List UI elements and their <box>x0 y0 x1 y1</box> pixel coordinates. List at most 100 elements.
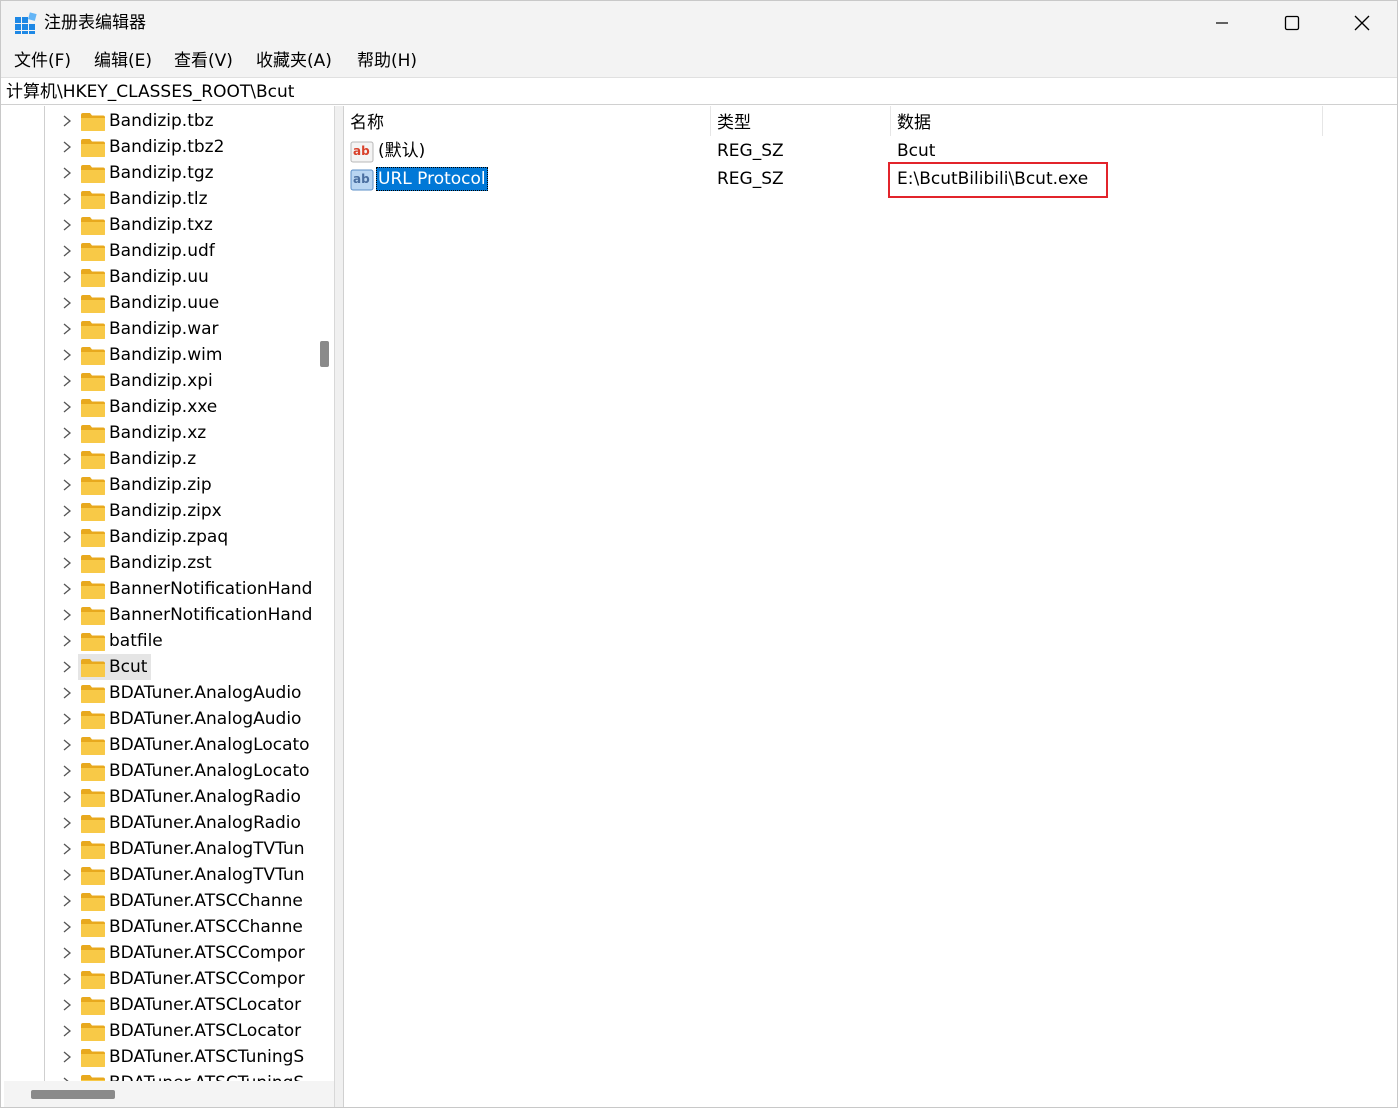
chevron-right-icon[interactable] <box>62 739 72 751</box>
tree-item[interactable]: BannerNotificationHand <box>4 602 314 628</box>
tree-vertical-scrollbar[interactable] <box>314 106 334 1081</box>
tree-item[interactable]: BDATuner.ATSCCompor <box>4 966 314 992</box>
tree-item[interactable]: BDATuner.AnalogRadio <box>4 810 314 836</box>
tree-item[interactable]: Bandizip.tbz2 <box>4 134 314 160</box>
tree-item[interactable]: BDATuner.AnalogLocato <box>4 732 314 758</box>
tree-item-selected[interactable]: Bcut <box>4 654 314 680</box>
tree-item[interactable]: Bandizip.xpi <box>4 368 314 394</box>
chevron-right-icon[interactable] <box>62 505 72 517</box>
tree-item[interactable]: Bandizip.tbz <box>4 108 314 134</box>
chevron-right-icon[interactable] <box>62 1051 72 1063</box>
value-row[interactable]: ab (默认) REG_SZ Bcut <box>344 138 1398 166</box>
tree-item[interactable]: BDATuner.ATSCCompor <box>4 940 314 966</box>
tree-item[interactable]: Bandizip.uue <box>4 290 314 316</box>
tree-item[interactable]: BDATuner.AnalogAudio <box>4 680 314 706</box>
chevron-right-icon[interactable] <box>62 167 72 179</box>
chevron-right-icon[interactable] <box>62 193 72 205</box>
chevron-right-icon[interactable] <box>62 453 72 465</box>
chevron-right-icon[interactable] <box>62 583 72 595</box>
chevron-right-icon[interactable] <box>62 921 72 933</box>
tree-horizontal-scroll-thumb[interactable] <box>31 1090 115 1099</box>
chevron-right-icon[interactable] <box>62 323 72 335</box>
tree-item[interactable]: Bandizip.xxe <box>4 394 314 420</box>
close-button[interactable] <box>1327 1 1397 45</box>
chevron-right-icon[interactable] <box>62 375 72 387</box>
chevron-right-icon[interactable] <box>62 271 72 283</box>
chevron-right-icon[interactable] <box>62 115 72 127</box>
tree-item[interactable]: Bandizip.txz <box>4 212 314 238</box>
chevron-right-icon[interactable] <box>62 141 72 153</box>
address-path[interactable]: 计算机\HKEY_CLASSES_ROOT\Bcut <box>6 80 294 104</box>
value-name[interactable]: URL Protocol <box>376 167 488 191</box>
chevron-right-icon[interactable] <box>62 635 72 647</box>
chevron-right-icon[interactable] <box>62 479 72 491</box>
pane-splitter[interactable] <box>335 106 343 1107</box>
chevron-right-icon[interactable] <box>62 817 72 829</box>
tree-item[interactable]: Bandizip.tlz <box>4 186 314 212</box>
tree-horizontal-scrollbar[interactable] <box>4 1081 334 1107</box>
window-title: 注册表编辑器 <box>44 13 146 33</box>
chevron-right-icon[interactable] <box>62 973 72 985</box>
chevron-right-icon[interactable] <box>62 791 72 803</box>
chevron-right-icon[interactable] <box>62 297 72 309</box>
tree-item[interactable]: Bandizip.z <box>4 446 314 472</box>
menu-favorites[interactable]: 收藏夹(A) <box>256 48 332 74</box>
tree-item[interactable]: Bandizip.tgz <box>4 160 314 186</box>
tree-item[interactable]: BDATuner.AnalogTVTun <box>4 862 314 888</box>
chevron-right-icon[interactable] <box>62 999 72 1011</box>
tree-item[interactable]: BDATuner.AnalogTVTun <box>4 836 314 862</box>
chevron-right-icon[interactable] <box>62 765 72 777</box>
chevron-right-icon[interactable] <box>62 947 72 959</box>
chevron-right-icon[interactable] <box>62 531 72 543</box>
tree-item[interactable]: BDATuner.ATSCLocator <box>4 992 314 1018</box>
tree-item[interactable]: Bandizip.wim <box>4 342 314 368</box>
tree-item[interactable]: Bandizip.xz <box>4 420 314 446</box>
tree-vertical-scroll-thumb[interactable] <box>320 341 329 367</box>
tree-item[interactable]: Bandizip.zst <box>4 550 314 576</box>
tree-item[interactable]: Bandizip.zpaq <box>4 524 314 550</box>
maximize-button[interactable] <box>1257 1 1327 45</box>
chevron-right-icon[interactable] <box>62 1025 72 1037</box>
tree-item[interactable]: BDATuner.ATSCTuningS <box>4 1044 314 1070</box>
tree-item[interactable]: BDATuner.ATSCChanne <box>4 914 314 940</box>
chevron-right-icon[interactable] <box>62 895 72 907</box>
chevron-right-icon[interactable] <box>62 869 72 881</box>
chevron-right-icon[interactable] <box>62 349 72 361</box>
chevron-right-icon[interactable] <box>62 427 72 439</box>
tree-item[interactable]: BannerNotificationHand <box>4 576 314 602</box>
menu-file[interactable]: 文件(F) <box>14 48 71 74</box>
tree-item[interactable]: Bandizip.zipx <box>4 498 314 524</box>
tree-item[interactable]: BDATuner.ATSCChanne <box>4 888 314 914</box>
menu-edit[interactable]: 编辑(E) <box>94 48 152 74</box>
tree-item[interactable]: BDATuner.AnalogRadio <box>4 784 314 810</box>
menu-help[interactable]: 帮助(H) <box>357 48 417 74</box>
column-header-name[interactable]: 名称 <box>344 106 711 136</box>
minimize-button[interactable] <box>1187 1 1257 45</box>
menu-view[interactable]: 查看(V) <box>174 48 233 74</box>
address-bar[interactable]: 计算机\HKEY_CLASSES_ROOT\Bcut <box>1 77 1397 105</box>
chevron-right-icon[interactable] <box>62 609 72 621</box>
tree-item-label: Bandizip.uu <box>109 267 209 287</box>
chevron-right-icon[interactable] <box>62 401 72 413</box>
tree-item[interactable]: Bandizip.war <box>4 316 314 342</box>
tree-item[interactable]: Bandizip.uu <box>4 264 314 290</box>
tree-item[interactable]: Bandizip.zip <box>4 472 314 498</box>
chevron-right-icon[interactable] <box>62 687 72 699</box>
tree-item[interactable]: BDATuner.AnalogAudio <box>4 706 314 732</box>
tree-item[interactable]: BDATuner.AnalogLocato <box>4 758 314 784</box>
tree-item[interactable]: BDATuner.ATSCLocator <box>4 1018 314 1044</box>
chevron-right-icon[interactable] <box>62 219 72 231</box>
close-icon <box>1354 15 1370 31</box>
column-header-type[interactable]: 类型 <box>711 106 891 136</box>
tree-item-label: BDATuner.ATSCChanne <box>109 917 303 937</box>
chevron-right-icon[interactable] <box>62 713 72 725</box>
value-name[interactable]: (默认) <box>376 139 427 163</box>
tree-item[interactable]: Bandizip.udf <box>4 238 314 264</box>
chevron-right-icon[interactable] <box>62 843 72 855</box>
column-header-data[interactable]: 数据 <box>891 106 1323 136</box>
chevron-right-icon[interactable] <box>62 557 72 569</box>
tree-item[interactable]: batfile <box>4 628 314 654</box>
value-row-selected[interactable]: ab URL Protocol REG_SZ E:\BcutBilibili\B… <box>344 162 1398 198</box>
chevron-right-icon[interactable] <box>62 245 72 257</box>
chevron-right-icon[interactable] <box>62 661 72 673</box>
